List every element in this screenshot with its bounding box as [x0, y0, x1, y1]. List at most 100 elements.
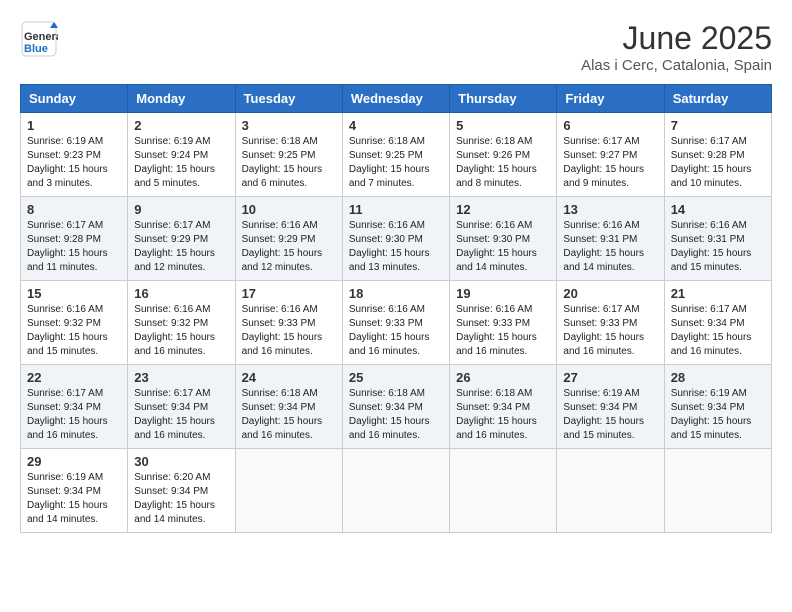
day-info: Sunrise: 6:16 AMSunset: 9:31 PMDaylight:… — [563, 219, 657, 275]
calendar-title: June 2025 — [581, 20, 772, 57]
calendar-cell: 1 Sunrise: 6:19 AMSunset: 9:23 PMDaylight… — [21, 113, 128, 197]
calendar-header-wednesday: Wednesday — [342, 85, 449, 113]
day-info: Sunrise: 6:16 AMSunset: 9:29 PMDaylight:… — [242, 219, 336, 275]
day-number: 3 — [242, 118, 336, 133]
day-info: Sunrise: 6:17 AMSunset: 9:34 PMDaylight:… — [134, 387, 228, 443]
day-info: Sunrise: 6:19 AMSunset: 9:34 PMDaylight:… — [563, 387, 657, 443]
day-number: 12 — [456, 202, 550, 217]
day-number: 29 — [27, 454, 121, 469]
day-info: Sunrise: 6:18 AMSunset: 9:34 PMDaylight:… — [242, 387, 336, 443]
day-info: Sunrise: 6:16 AMSunset: 9:32 PMDaylight:… — [27, 303, 121, 359]
calendar-header-monday: Monday — [128, 85, 235, 113]
calendar-cell: 4Sunrise: 6:18 AMSunset: 9:25 PMDaylight… — [342, 113, 449, 197]
day-number: 23 — [134, 370, 228, 385]
calendar-cell: 9Sunrise: 6:17 AMSunset: 9:29 PMDaylight… — [128, 197, 235, 281]
day-info: Sunrise: 6:16 AMSunset: 9:30 PMDaylight:… — [456, 219, 550, 275]
day-info: Sunrise: 6:18 AMSunset: 9:25 PMDaylight:… — [242, 135, 336, 191]
calendar-cell: 30 Sunrise: 6:20 AMSunset: 9:34 PMDayligh… — [128, 449, 235, 533]
calendar-cell: 19 Sunrise: 6:16 AMSunset: 9:33 PMDayligh… — [450, 281, 557, 365]
calendar-cell: 22Sunrise: 6:17 AMSunset: 9:34 PMDayligh… — [21, 365, 128, 449]
calendar-cell — [342, 449, 449, 533]
day-info: Sunrise: 6:17 AMSunset: 9:34 PMDaylight:… — [671, 303, 765, 359]
day-number: 21 — [671, 286, 765, 301]
calendar-cell: 11 Sunrise: 6:16 AMSunset: 9:30 PMDayligh… — [342, 197, 449, 281]
calendar-header-friday: Friday — [557, 85, 664, 113]
calendar-subtitle: Alas i Cerc, Catalonia, Spain — [581, 57, 772, 74]
calendar-week-row: 15 Sunrise: 6:16 AMSunset: 9:32 PMDayligh… — [21, 281, 772, 365]
calendar-cell: 14 Sunrise: 6:16 AMSunset: 9:31 PMDayligh… — [664, 197, 771, 281]
day-info: Sunrise: 6:19 AMSunset: 9:34 PMDaylight:… — [27, 471, 121, 527]
day-number: 17 — [242, 286, 336, 301]
calendar-cell: 16Sunrise: 6:16 AMSunset: 9:32 PMDayligh… — [128, 281, 235, 365]
day-info: Sunrise: 6:18 AMSunset: 9:25 PMDaylight:… — [349, 135, 443, 191]
calendar-header-row: SundayMondayTuesdayWednesdayThursdayFrid… — [21, 85, 772, 113]
day-number: 28 — [671, 370, 765, 385]
calendar-cell: 23 Sunrise: 6:17 AMSunset: 9:34 PMDayligh… — [128, 365, 235, 449]
day-number: 5 — [456, 118, 550, 133]
day-info: Sunrise: 6:16 AMSunset: 9:31 PMDaylight:… — [671, 219, 765, 275]
day-number: 18 — [349, 286, 443, 301]
calendar-cell — [664, 449, 771, 533]
calendar-week-row: 29 Sunrise: 6:19 AMSunset: 9:34 PMDayligh… — [21, 449, 772, 533]
calendar-cell: 28 Sunrise: 6:19 AMSunset: 9:34 PMDayligh… — [664, 365, 771, 449]
calendar-cell: 24Sunrise: 6:18 AMSunset: 9:34 PMDayligh… — [235, 365, 342, 449]
calendar-cell: 12 Sunrise: 6:16 AMSunset: 9:30 PMDayligh… — [450, 197, 557, 281]
calendar-table: SundayMondayTuesdayWednesdayThursdayFrid… — [20, 84, 772, 533]
day-number: 22 — [27, 370, 121, 385]
day-number: 1 — [27, 118, 121, 133]
calendar-cell: 15 Sunrise: 6:16 AMSunset: 9:32 PMDayligh… — [21, 281, 128, 365]
calendar-cell: 8Sunrise: 6:17 AMSunset: 9:28 PMDaylight… — [21, 197, 128, 281]
calendar-week-row: 22 Sunrise: 6:17 AMSunset: 9:34 PMDayligh… — [21, 365, 772, 449]
day-info: Sunrise: 6:20 AMSunset: 9:34 PMDaylight:… — [134, 471, 228, 527]
page-header: General Blue June 2025 Alas i Cerc, Cata… — [20, 20, 772, 74]
calendar-cell — [557, 449, 664, 533]
calendar-week-row: 8Sunrise: 6:17 AMSunset: 9:28 PMDaylight… — [21, 197, 772, 281]
calendar-cell — [235, 449, 342, 533]
day-number: 15 — [27, 286, 121, 301]
day-info: Sunrise: 6:16 AMSunset: 9:30 PMDaylight:… — [349, 219, 443, 275]
day-number: 7 — [671, 118, 765, 133]
title-area: June 2025 Alas i Cerc, Catalonia, Spain — [581, 20, 772, 74]
calendar-cell: 13 Sunrise: 6:16 AMSunset: 9:31 PMDayligh… — [557, 197, 664, 281]
calendar-cell: 25 Sunrise: 6:18 AMSunset: 9:34 PMDayligh… — [342, 365, 449, 449]
calendar-cell: 5 Sunrise: 6:18 AMSunset: 9:26 PMDaylight… — [450, 113, 557, 197]
day-number: 10 — [242, 202, 336, 217]
calendar-cell — [450, 449, 557, 533]
calendar-header-saturday: Saturday — [664, 85, 771, 113]
day-info: Sunrise: 6:18 AMSunset: 9:34 PMDaylight:… — [349, 387, 443, 443]
calendar-week-row: 1 Sunrise: 6:19 AMSunset: 9:23 PMDaylight… — [21, 113, 772, 197]
day-info: Sunrise: 6:18 AMSunset: 9:26 PMDaylight:… — [456, 135, 550, 191]
svg-text:Blue: Blue — [24, 43, 48, 55]
logo-icon: General Blue — [20, 20, 58, 58]
day-number: 25 — [349, 370, 443, 385]
day-info: Sunrise: 6:19 AMSunset: 9:24 PMDaylight:… — [134, 135, 228, 191]
day-number: 19 — [456, 286, 550, 301]
calendar-cell: 3 Sunrise: 6:18 AMSunset: 9:25 PMDaylight… — [235, 113, 342, 197]
day-number: 14 — [671, 202, 765, 217]
calendar-cell: 18Sunrise: 6:16 AMSunset: 9:33 PMDayligh… — [342, 281, 449, 365]
day-info: Sunrise: 6:16 AMSunset: 9:33 PMDaylight:… — [242, 303, 336, 359]
calendar-cell: 20Sunrise: 6:17 AMSunset: 9:33 PMDayligh… — [557, 281, 664, 365]
calendar-cell: 21 Sunrise: 6:17 AMSunset: 9:34 PMDayligh… — [664, 281, 771, 365]
day-info: Sunrise: 6:18 AMSunset: 9:34 PMDaylight:… — [456, 387, 550, 443]
day-info: Sunrise: 6:17 AMSunset: 9:27 PMDaylight:… — [563, 135, 657, 191]
calendar-cell: 17 Sunrise: 6:16 AMSunset: 9:33 PMDayligh… — [235, 281, 342, 365]
calendar-header-tuesday: Tuesday — [235, 85, 342, 113]
day-number: 2 — [134, 118, 228, 133]
calendar-cell: 2 Sunrise: 6:19 AMSunset: 9:24 PMDaylight… — [128, 113, 235, 197]
day-info: Sunrise: 6:19 AMSunset: 9:34 PMDaylight:… — [671, 387, 765, 443]
day-info: Sunrise: 6:16 AMSunset: 9:33 PMDaylight:… — [456, 303, 550, 359]
calendar-cell: 29 Sunrise: 6:19 AMSunset: 9:34 PMDayligh… — [21, 449, 128, 533]
day-info: Sunrise: 6:17 AMSunset: 9:28 PMDaylight:… — [671, 135, 765, 191]
calendar-cell: 26Sunrise: 6:18 AMSunset: 9:34 PMDayligh… — [450, 365, 557, 449]
calendar-cell: 27Sunrise: 6:19 AMSunset: 9:34 PMDayligh… — [557, 365, 664, 449]
day-number: 11 — [349, 202, 443, 217]
calendar-cell: 10 Sunrise: 6:16 AMSunset: 9:29 PMDayligh… — [235, 197, 342, 281]
calendar-cell: 7 Sunrise: 6:17 AMSunset: 9:28 PMDaylight… — [664, 113, 771, 197]
logo: General Blue — [20, 20, 58, 63]
day-number: 30 — [134, 454, 228, 469]
day-number: 8 — [27, 202, 121, 217]
day-number: 20 — [563, 286, 657, 301]
day-number: 13 — [563, 202, 657, 217]
day-info: Sunrise: 6:19 AMSunset: 9:23 PMDaylight:… — [27, 135, 121, 191]
